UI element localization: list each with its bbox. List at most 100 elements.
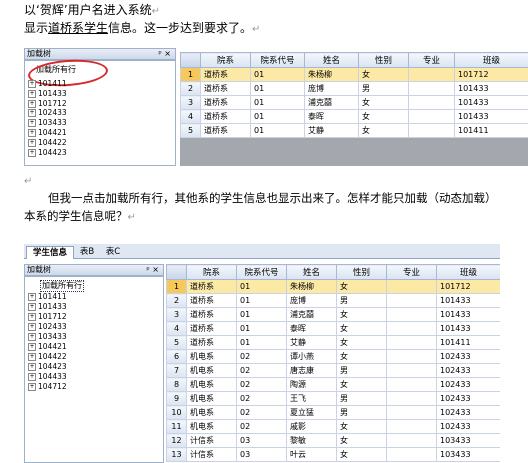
student-grid[interactable]: 院系 院系代号 姓名 性别 专业 班级 1 道桥系 01 朱杨柳女 101712 2 道桥系… — [166, 264, 500, 462]
table-cell[interactable] — [386, 447, 437, 462]
expand-plus-icon[interactable]: + — [28, 323, 36, 331]
table-row[interactable]: 2 道桥系 01 庞博男 101433 — [180, 81, 528, 96]
table-row[interactable]: 2 道桥系 01 庞博男 101433 — [166, 293, 500, 308]
col-header-gender[interactable]: 性别 — [358, 52, 409, 68]
table-cell[interactable] — [408, 95, 455, 110]
table-cell[interactable]: 女 — [336, 377, 387, 392]
col-header-class[interactable]: 班级 — [454, 52, 528, 68]
tree-node[interactable]: +101712 — [28, 312, 67, 321]
col-header-dept-code[interactable]: 院系代号 — [250, 52, 305, 68]
col-header-name[interactable]: 姓名 — [304, 52, 359, 68]
expand-plus-icon[interactable]: + — [28, 89, 36, 98]
table-cell[interactable]: 01 — [236, 335, 287, 350]
tree-node[interactable]: +104421 — [28, 342, 67, 351]
row-number[interactable]: 13 — [166, 447, 187, 462]
grid-corner[interactable] — [180, 52, 201, 68]
table-cell[interactable]: 102433 — [436, 377, 500, 392]
col-header-class[interactable]: 班级 — [436, 264, 500, 280]
table-cell[interactable]: 102433 — [436, 349, 500, 364]
table-cell[interactable]: 01 — [236, 307, 287, 322]
row-number[interactable]: 10 — [166, 405, 187, 420]
table-cell[interactable]: 102433 — [436, 391, 500, 406]
table-cell[interactable]: 陶源 — [286, 377, 337, 392]
table-row[interactable]: 12 计信系 03 黎敏女 103433 — [166, 433, 500, 448]
expand-plus-icon[interactable]: + — [28, 129, 36, 137]
table-row[interactable]: 13 计信系 03 叶云女 103433 — [166, 447, 500, 462]
row-number[interactable]: 9 — [166, 391, 187, 406]
table-row[interactable]: 4 道桥系 01 泰晖女 101433 — [166, 321, 500, 336]
table-cell[interactable]: 女 — [336, 321, 387, 336]
row-number[interactable]: 4 — [180, 109, 201, 124]
table-cell[interactable]: 02 — [236, 377, 287, 392]
expand-plus-icon[interactable]: + — [28, 303, 36, 311]
table-cell[interactable]: 男 — [358, 81, 409, 96]
row-number[interactable]: 5 — [180, 123, 201, 138]
table-cell[interactable]: 女 — [336, 279, 387, 294]
table-cell[interactable]: 103433 — [436, 447, 500, 462]
table-cell[interactable]: 01 — [236, 279, 287, 294]
table-cell[interactable] — [386, 321, 437, 336]
table-cell[interactable] — [386, 279, 437, 294]
table-cell[interactable]: 计信系 — [186, 433, 237, 448]
table-cell[interactable]: 女 — [336, 349, 387, 364]
expand-plus-icon[interactable]: + — [28, 148, 36, 157]
table-cell[interactable]: 机电系 — [186, 377, 237, 392]
table-cell[interactable]: 01 — [250, 81, 305, 96]
table-row[interactable]: 3 道桥系 01 浦克囍女 101433 — [180, 95, 528, 110]
table-cell[interactable]: 夏立猛 — [286, 405, 337, 420]
row-number[interactable]: 1 — [166, 279, 187, 294]
tab-table-b[interactable]: 表B — [76, 246, 98, 258]
row-number[interactable]: 11 — [166, 419, 187, 434]
table-cell[interactable] — [386, 349, 437, 364]
table-cell[interactable]: 道桥系 — [200, 67, 251, 82]
row-number[interactable]: 8 — [166, 377, 187, 392]
tree-node[interactable]: +104423 — [28, 362, 67, 371]
table-row[interactable]: 1 道桥系 01 朱杨柳女 101712 — [180, 67, 528, 82]
table-row[interactable]: 5 道桥系 01 艾静女 101411 — [180, 123, 528, 138]
table-row[interactable]: 1 道桥系 01 朱杨柳女 101712 — [166, 279, 500, 294]
table-row[interactable]: 7 机电系 02 唐志康男 102433 — [166, 363, 500, 378]
table-cell[interactable]: 02 — [236, 363, 287, 378]
col-header-major[interactable]: 专业 — [386, 264, 437, 280]
table-cell[interactable]: 102433 — [436, 419, 500, 434]
table-cell[interactable] — [386, 433, 437, 448]
table-cell[interactable]: 102433 — [436, 363, 500, 378]
table-row[interactable]: 6 机电系 02 谭小燕女 102433 — [166, 349, 500, 364]
table-cell[interactable]: 叶云 — [286, 447, 337, 462]
table-cell[interactable]: 艾静 — [304, 123, 359, 138]
tree-node[interactable]: +104712 — [28, 382, 67, 391]
tree-node[interactable]: +102433 — [28, 108, 67, 118]
table-cell[interactable] — [386, 419, 437, 434]
table-cell[interactable] — [386, 377, 437, 392]
table-cell[interactable]: 女 — [336, 447, 387, 462]
col-header-name[interactable]: 姓名 — [286, 264, 337, 280]
table-cell[interactable]: 道桥系 — [200, 81, 251, 96]
table-cell[interactable]: 103433 — [436, 433, 500, 448]
table-cell[interactable]: 01 — [250, 109, 305, 124]
table-cell[interactable]: 唐志康 — [286, 363, 337, 378]
pin-close-icon[interactable]: ᵖ × — [146, 265, 159, 275]
student-grid[interactable]: 院系 院系代号 姓名 性别 专业 班级 1 道桥系 01 朱杨柳女 101712 2 道桥系… — [180, 52, 528, 138]
table-row[interactable]: 9 机电系 02 王飞男 102433 — [166, 391, 500, 406]
table-cell[interactable] — [386, 391, 437, 406]
tab-table-c[interactable]: 表C — [102, 246, 124, 258]
table-cell[interactable]: 浦克囍 — [304, 95, 359, 110]
tree-node[interactable]: +101433 — [28, 89, 67, 98]
table-cell[interactable]: 01 — [250, 67, 305, 82]
tree-node[interactable]: +103433 — [28, 118, 67, 128]
row-number[interactable]: 1 — [180, 67, 201, 82]
table-cell[interactable]: 女 — [336, 335, 387, 350]
expand-plus-icon[interactable]: + — [28, 99, 36, 108]
expand-plus-icon[interactable]: + — [28, 373, 36, 381]
table-cell[interactable]: 102433 — [436, 405, 500, 420]
table-cell[interactable]: 男 — [336, 293, 387, 308]
table-row[interactable]: 3 道桥系 01 浦克囍女 101433 — [166, 307, 500, 322]
row-number[interactable]: 2 — [166, 293, 187, 308]
tree-root-load-all[interactable]: 加载所有行 — [40, 280, 84, 292]
table-cell[interactable]: 101411 — [436, 335, 500, 350]
tree-node[interactable]: +104433 — [28, 372, 67, 381]
table-cell[interactable]: 道桥系 — [200, 95, 251, 110]
table-cell[interactable]: 男 — [336, 405, 387, 420]
row-number[interactable]: 7 — [166, 363, 187, 378]
table-cell[interactable]: 泰晖 — [286, 321, 337, 336]
